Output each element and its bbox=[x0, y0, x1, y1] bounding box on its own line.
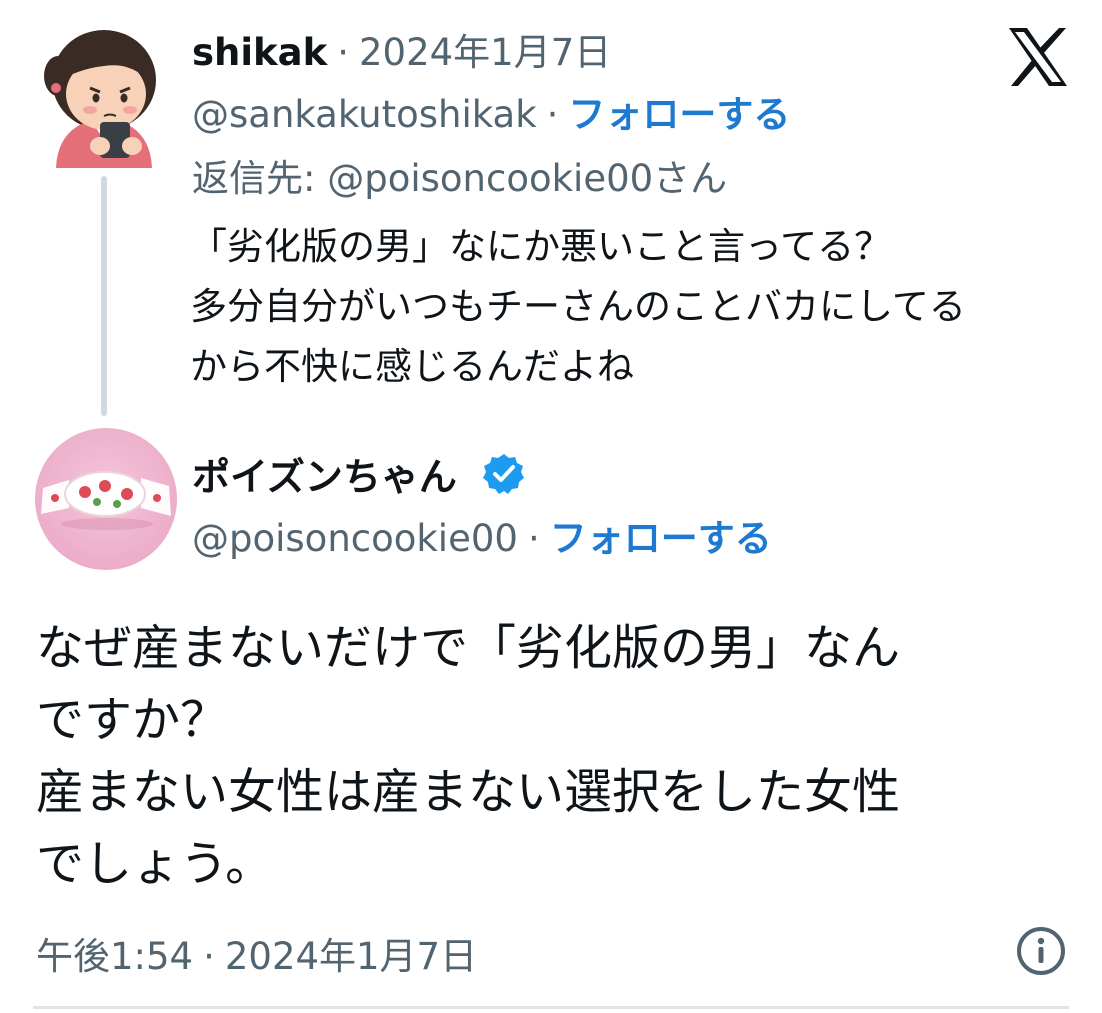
reply-handle-row: @sankakutoshikak · フォローする bbox=[192, 84, 790, 138]
reply-date[interactable]: 2024年1月7日 bbox=[359, 22, 611, 76]
main-handle-row: @poisoncookie00 · フォローする bbox=[192, 508, 772, 562]
main-tweet-text: なぜ産まないだけで「劣化版の男」なん ですか？ 産まない女性は産まない選択をした… bbox=[36, 612, 900, 900]
separator-dot: · bbox=[337, 31, 349, 74]
tweet-text-line: ですか？ bbox=[36, 692, 229, 748]
info-icon[interactable] bbox=[1015, 925, 1067, 977]
reply-handle[interactable]: @sankakutoshikak bbox=[192, 93, 537, 136]
main-handle[interactable]: @poisoncookie00 bbox=[192, 517, 518, 560]
separator-dot: · bbox=[203, 935, 215, 978]
tweet-time: 午後1:54 bbox=[36, 935, 194, 978]
tweet-text-line: から不快に感じるんだよね bbox=[190, 345, 634, 388]
reply-display-name[interactable]: shikak bbox=[192, 31, 327, 74]
divider bbox=[33, 1006, 1069, 1009]
separator-dot: · bbox=[546, 93, 559, 136]
tweet-text-line: でしょう。 bbox=[36, 836, 274, 892]
reply-author-avatar[interactable] bbox=[34, 18, 174, 170]
tweet-text-line: 産まない女性は産まない選択をした女性 bbox=[36, 764, 901, 820]
tweet-date: 2024年1月7日 bbox=[224, 935, 478, 978]
thread-line bbox=[101, 176, 107, 416]
tweet-text-line: 多分自分がいつもチーさんのことバカにしてる bbox=[190, 285, 966, 328]
follow-button[interactable]: フォローする bbox=[568, 84, 790, 138]
separator-dot: · bbox=[527, 517, 540, 560]
verified-badge-icon bbox=[483, 454, 525, 494]
reply-tweet-text: 「劣化版の男」なにか悪いこと言ってる？ 多分自分がいつもチーさんのことバカにして… bbox=[190, 217, 966, 397]
follow-button[interactable]: フォローする bbox=[550, 508, 772, 562]
tweet-text-line: なぜ産まないだけで「劣化版の男」なん bbox=[36, 620, 901, 676]
reply-to-label[interactable]: 返信先: @poisoncookie00さん bbox=[192, 148, 727, 202]
reply-author-row: shikak · 2024年1月7日 bbox=[192, 22, 611, 76]
main-author-avatar[interactable] bbox=[35, 428, 177, 570]
tweet-text-line: 「劣化版の男」なにか悪いこと言ってる？ bbox=[190, 225, 892, 268]
tweet-timestamp[interactable]: 午後1:54 · 2024年1月7日 bbox=[36, 926, 477, 980]
main-author-name-row: ポイズンちゃん bbox=[192, 446, 526, 501]
main-display-name[interactable]: ポイズンちゃん bbox=[192, 455, 457, 499]
x-logo-icon[interactable] bbox=[1005, 26, 1071, 88]
